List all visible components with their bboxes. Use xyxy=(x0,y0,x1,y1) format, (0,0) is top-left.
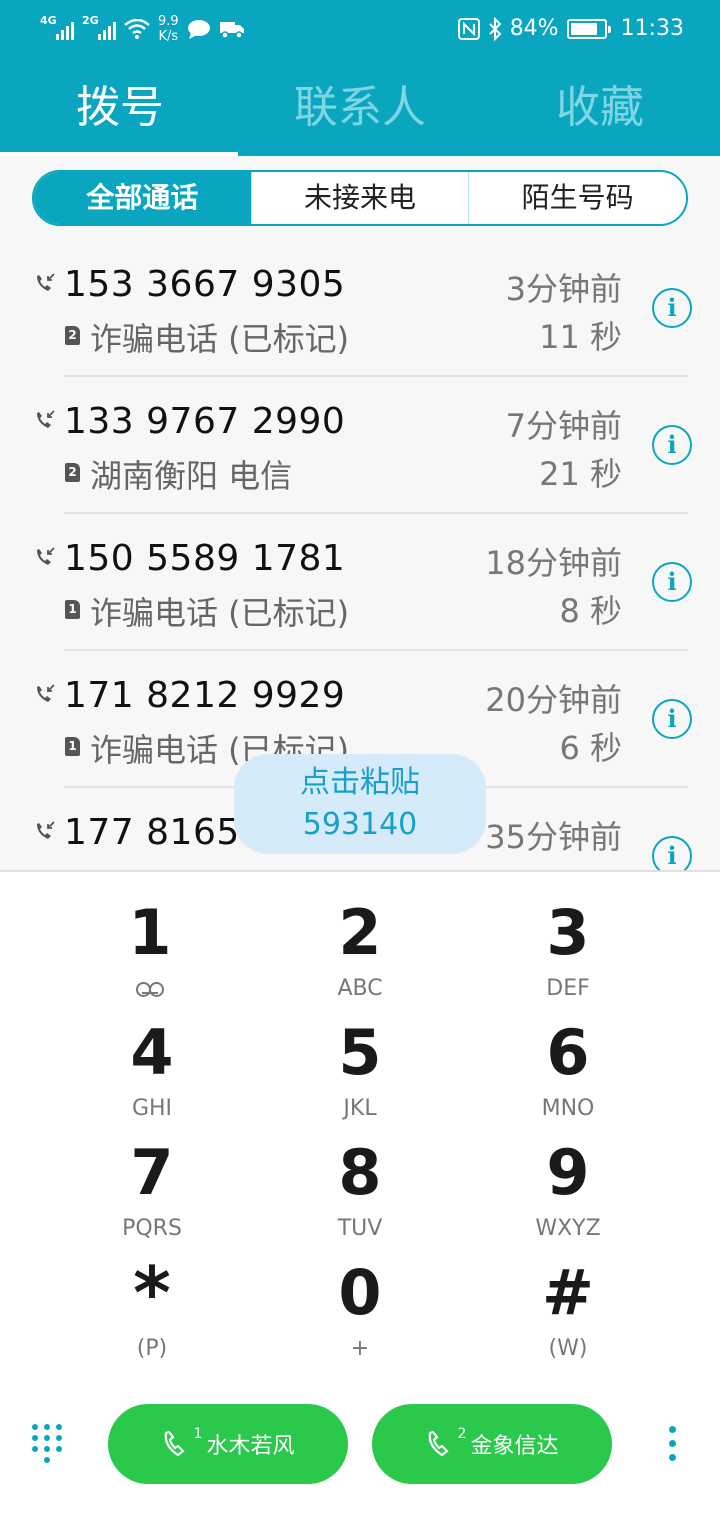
key-7[interactable]: 7 PQRS xyxy=(52,1138,252,1258)
call-log-row[interactable]: 133 9767 2990 2 湖南衡阳 电信 7分钟前 21 秒 i xyxy=(0,377,720,514)
call-duration: 11 秒 xyxy=(539,318,622,356)
phone-icon xyxy=(428,1430,449,1457)
sim-card-icon: 1 xyxy=(65,737,80,756)
signal-2g-icon: 2G xyxy=(82,14,116,40)
call-label: 诈骗电话 (已标记) xyxy=(90,594,350,632)
sim-number: 1 xyxy=(193,1426,203,1442)
call-time: 7分钟前 xyxy=(505,407,622,445)
info-icon[interactable]: i xyxy=(652,425,692,465)
paste-code: 593140 xyxy=(302,807,418,842)
key-3[interactable]: 3 DEF xyxy=(468,898,668,1018)
main-tabs: 拨号 联系人 收藏 xyxy=(0,70,720,156)
key-star[interactable]: * (P) xyxy=(52,1257,252,1378)
voicemail-icon xyxy=(136,982,164,997)
phone-icon xyxy=(164,1430,185,1457)
call-number: 171 8212 9929 xyxy=(64,675,346,716)
call-number: 153 3667 9305 xyxy=(64,264,346,305)
incoming-call-icon xyxy=(37,821,55,839)
call-duration: 8 秒 xyxy=(559,592,622,630)
network-speed: 9.9 K/s xyxy=(158,14,179,44)
tab-dialer[interactable]: 拨号 xyxy=(0,70,240,156)
call-duration: 6 秒 xyxy=(559,729,622,767)
call-label: 诈骗电话 (已标记) xyxy=(90,320,350,358)
truck-icon xyxy=(219,22,244,39)
clock: 11:33 xyxy=(620,16,684,41)
dialpad-toggle-icon[interactable] xyxy=(32,1424,64,1464)
carrier-label: 水木若风 xyxy=(206,1434,295,1459)
sim-card-icon: 1 xyxy=(65,600,80,619)
more-options-icon[interactable] xyxy=(666,1426,678,1466)
tab-indicator xyxy=(0,152,238,156)
call-sim2-button[interactable]: 2 金象信达 xyxy=(372,1404,612,1484)
call-time: 3分钟前 xyxy=(505,270,622,308)
status-bar: 4G 2G 9.9 K/s 84% 11:33 xyxy=(0,0,720,60)
carrier-label: 金象信达 xyxy=(470,1434,559,1459)
call-time: 35分钟前 xyxy=(485,818,622,856)
call-filter: 全部通话 未接来电 陌生号码 xyxy=(32,170,688,226)
wifi-icon xyxy=(124,19,150,39)
app-header: 4G 2G 9.9 K/s 84% 11:33 拨号 联系人 收藏 xyxy=(0,0,720,156)
key-2[interactable]: 2 ABC xyxy=(260,898,460,1018)
call-time: 20分钟前 xyxy=(485,681,622,719)
paste-title: 点击粘贴 xyxy=(300,765,420,800)
call-log-row[interactable]: 153 3667 9305 2 诈骗电话 (已标记) 3分钟前 11 秒 i xyxy=(0,240,720,377)
filter-all-calls[interactable]: 全部通话 xyxy=(34,172,251,224)
incoming-call-icon xyxy=(37,684,55,702)
key-9[interactable]: 9 WXYZ xyxy=(468,1138,668,1258)
info-icon[interactable]: i xyxy=(652,836,692,872)
call-label: 湖南衡阳 电信 xyxy=(90,457,293,495)
key-hash[interactable]: # (W) xyxy=(468,1258,668,1378)
signal-4g-icon: 4G xyxy=(40,14,74,40)
paste-suggestion[interactable]: 点击粘贴 593140 xyxy=(234,754,486,854)
incoming-call-icon xyxy=(37,273,55,291)
sim-card-icon: 2 xyxy=(65,326,80,345)
key-5[interactable]: 5 JKL xyxy=(260,1018,460,1138)
sim-number: 2 xyxy=(457,1426,467,1442)
incoming-call-icon xyxy=(37,547,55,565)
key-0[interactable]: 0 + xyxy=(260,1258,460,1378)
key-6[interactable]: 6 MNO xyxy=(468,1018,668,1138)
filter-unknown-numbers[interactable]: 陌生号码 xyxy=(468,172,686,224)
battery-icon xyxy=(566,18,611,39)
info-icon[interactable]: i xyxy=(652,562,692,602)
filter-missed-calls[interactable]: 未接来电 xyxy=(250,172,469,224)
call-number: 133 9767 2990 xyxy=(64,401,346,442)
key-4[interactable]: 4 GHI xyxy=(52,1018,252,1138)
call-duration: 21 秒 xyxy=(539,455,622,493)
call-number: 150 5589 1781 xyxy=(64,538,346,579)
nfc-icon xyxy=(457,17,480,40)
call-time: 18分钟前 xyxy=(485,544,622,582)
call-log-row[interactable]: 150 5589 1781 1 诈骗电话 (已标记) 18分钟前 8 秒 i xyxy=(0,514,720,651)
bluetooth-icon xyxy=(488,16,502,41)
key-1[interactable]: 1 xyxy=(50,898,250,1018)
sim-card-icon: 2 xyxy=(65,463,80,482)
battery-percent: 84% xyxy=(509,16,559,41)
chat-bubble-icon xyxy=(187,20,210,39)
tab-favorites[interactable]: 收藏 xyxy=(480,70,720,156)
info-icon[interactable]: i xyxy=(652,288,692,328)
info-icon[interactable]: i xyxy=(652,699,692,739)
key-8[interactable]: 8 TUV xyxy=(260,1138,460,1258)
call-sim1-button[interactable]: 1 水木若风 xyxy=(108,1404,348,1484)
incoming-call-icon xyxy=(37,410,55,428)
tab-contacts[interactable]: 联系人 xyxy=(240,70,480,156)
